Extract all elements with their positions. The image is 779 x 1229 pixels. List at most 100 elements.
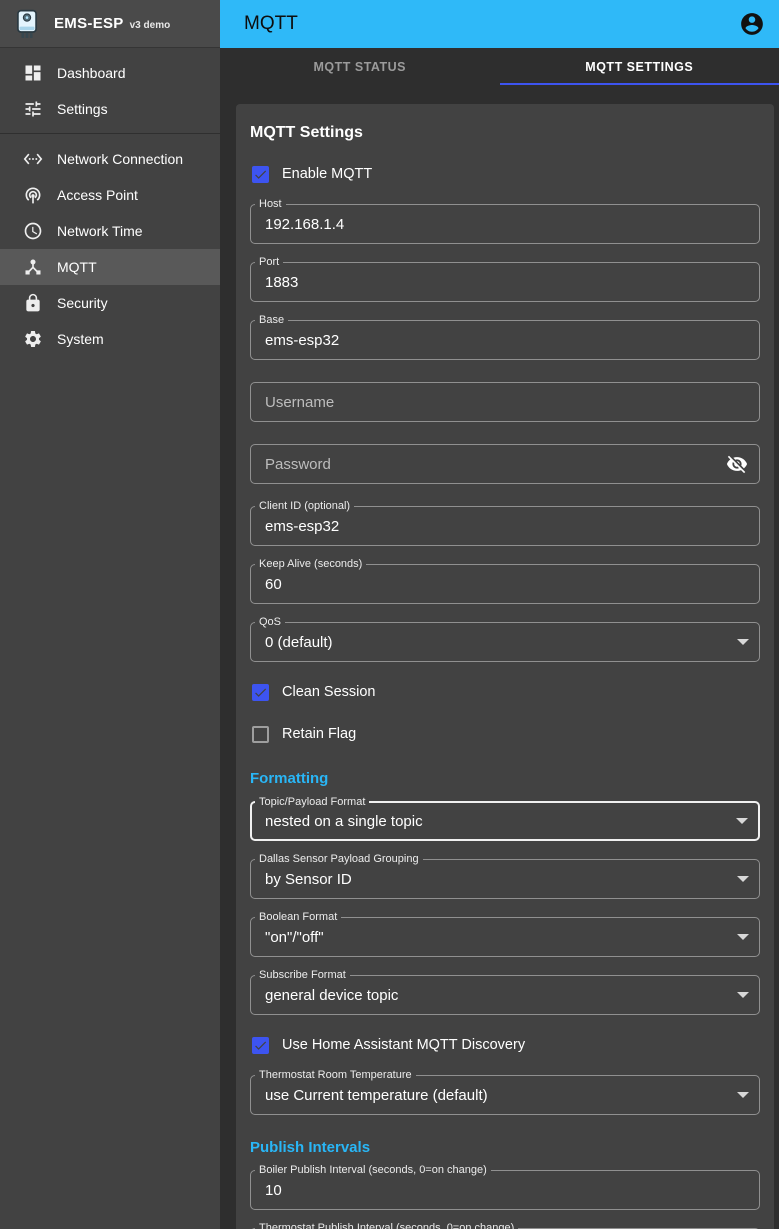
field-label: Host [255,198,286,211]
tune-icon [23,99,43,119]
checkbox-label: Use Home Assistant MQTT Discovery [282,1037,525,1053]
topic-payload-format-select[interactable]: Topic/Payload Format nested on a single … [250,801,760,841]
main-area: MQTT MQTT STATUS MQTT SETTINGS MQTT Sett… [220,0,779,1229]
tabbar: MQTT STATUS MQTT SETTINGS [220,48,779,85]
field-label: Thermostat Publish Interval (seconds, 0=… [255,1222,518,1229]
field-placeholder: Username [265,394,334,411]
sidebar-item-label: MQTT [57,259,97,275]
field-value: ems-esp32 [265,518,339,535]
device-hub-icon [23,257,43,277]
sidebar-item-label: Network Connection [57,151,183,167]
sidebar-primary-group: Dashboard Settings [0,48,220,133]
sidebar-item-security[interactable]: Security [0,285,220,321]
chevron-down-icon [737,876,749,882]
sidebar-item-mqtt[interactable]: MQTT [0,249,220,285]
formatting-section-heading: Formatting [250,770,760,787]
host-field[interactable]: Host 192.168.1.4 [250,204,760,244]
field-label: Subscribe Format [255,969,350,982]
boolean-format-select[interactable]: Boolean Format "on"/"off" [250,917,760,957]
field-label: Dallas Sensor Payload Grouping [255,853,423,866]
chevron-down-icon [736,818,748,824]
field-value: 60 [265,576,282,593]
sidebar-item-label: Network Time [57,223,143,239]
visibility-off-icon[interactable] [726,453,748,475]
content-area: MQTT Settings Enable MQTT Host 192.168.1… [220,85,779,1229]
sidebar: EMS-ESP v3 demo Dashboard Settings [0,0,220,1229]
clock-icon [23,221,43,241]
port-field[interactable]: Port 1883 [250,262,760,302]
chevron-down-icon [737,639,749,645]
sidebar-item-system[interactable]: System [0,321,220,357]
sidebar-item-settings[interactable]: Settings [0,91,220,127]
sidebar-item-label: System [57,331,104,347]
sidebar-item-label: Settings [57,101,108,117]
lock-icon [23,293,43,313]
field-label: Boolean Format [255,911,341,924]
thermostat-room-temp-select[interactable]: Thermostat Room Temperature use Current … [250,1075,760,1115]
field-value: 1883 [265,274,298,291]
checkbox-checked-icon[interactable] [252,1037,269,1054]
field-value: general device topic [265,987,398,1004]
boiler-publish-interval-field[interactable]: Boiler Publish Interval (seconds, 0=on c… [250,1170,760,1210]
chevron-down-icon [737,1092,749,1098]
field-value: 0 (default) [265,634,333,651]
sidebar-item-label: Dashboard [57,65,126,81]
qos-select[interactable]: QoS 0 (default) [250,622,760,662]
publish-intervals-section-heading: Publish Intervals [250,1139,760,1156]
field-label: Base [255,314,288,327]
sidebar-item-network-time[interactable]: Network Time [0,213,220,249]
field-label: Keep Alive (seconds) [255,558,366,571]
field-label: Boiler Publish Interval (seconds, 0=on c… [255,1164,491,1177]
checkbox-checked-icon[interactable] [252,166,269,183]
app-root: EMS-ESP v3 demo Dashboard Settings [0,0,779,1229]
checkbox-label: Clean Session [282,684,376,700]
gear-icon [23,329,43,349]
subscribe-format-select[interactable]: Subscribe Format general device topic [250,975,760,1015]
password-field[interactable]: Password [250,444,760,484]
client-id-field[interactable]: Client ID (optional) ems-esp32 [250,506,760,546]
chevron-down-icon [737,992,749,998]
field-label: Client ID (optional) [255,500,354,513]
sidebar-item-access-point[interactable]: Access Point [0,177,220,213]
dashboard-icon [23,63,43,83]
field-value: nested on a single topic [265,813,423,830]
sidebar-item-dashboard[interactable]: Dashboard [0,55,220,91]
field-value: ems-esp32 [265,332,339,349]
sidebar-item-label: Access Point [57,187,138,203]
field-placeholder: Password [265,456,331,473]
field-value: by Sensor ID [265,871,352,888]
sidebar-project-group: Network Connection Access Point Network … [0,134,220,363]
tab-mqtt-settings[interactable]: MQTT SETTINGS [500,48,779,85]
enable-mqtt-checkbox-row[interactable]: Enable MQTT [250,162,760,186]
ethernet-icon [23,149,43,169]
app-title: EMS-ESP [54,15,124,32]
checkbox-checked-icon[interactable] [252,684,269,701]
card-heading: MQTT Settings [250,124,760,142]
field-value: "on"/"off" [265,929,324,946]
dallas-grouping-select[interactable]: Dallas Sensor Payload Grouping by Sensor… [250,859,760,899]
mqtt-settings-card: MQTT Settings Enable MQTT Host 192.168.1… [236,104,774,1229]
field-label: Port [255,256,283,269]
field-label: QoS [255,616,285,629]
appbar: MQTT [220,0,779,48]
sidebar-header: EMS-ESP v3 demo [0,0,220,48]
field-value: 10 [265,1182,282,1199]
wifi-tethering-icon [23,185,43,205]
ha-discovery-checkbox-row[interactable]: Use Home Assistant MQTT Discovery [250,1033,760,1057]
checkbox-label: Retain Flag [282,726,356,742]
sidebar-item-network-connection[interactable]: Network Connection [0,141,220,177]
retain-flag-checkbox-row[interactable]: Retain Flag [250,722,760,746]
username-field[interactable]: Username [250,382,760,422]
field-value: 192.168.1.4 [265,216,344,233]
field-label: Thermostat Room Temperature [255,1069,416,1082]
tab-indicator [500,83,779,85]
ems-esp-logo-icon [14,9,40,39]
checkbox-unchecked-icon[interactable] [252,726,269,743]
checkbox-label: Enable MQTT [282,166,372,182]
field-label: Topic/Payload Format [255,796,369,809]
clean-session-checkbox-row[interactable]: Clean Session [250,680,760,704]
keep-alive-field[interactable]: Keep Alive (seconds) 60 [250,564,760,604]
account-circle-icon[interactable] [739,11,765,37]
base-field[interactable]: Base ems-esp32 [250,320,760,360]
tab-mqtt-status[interactable]: MQTT STATUS [220,48,500,85]
